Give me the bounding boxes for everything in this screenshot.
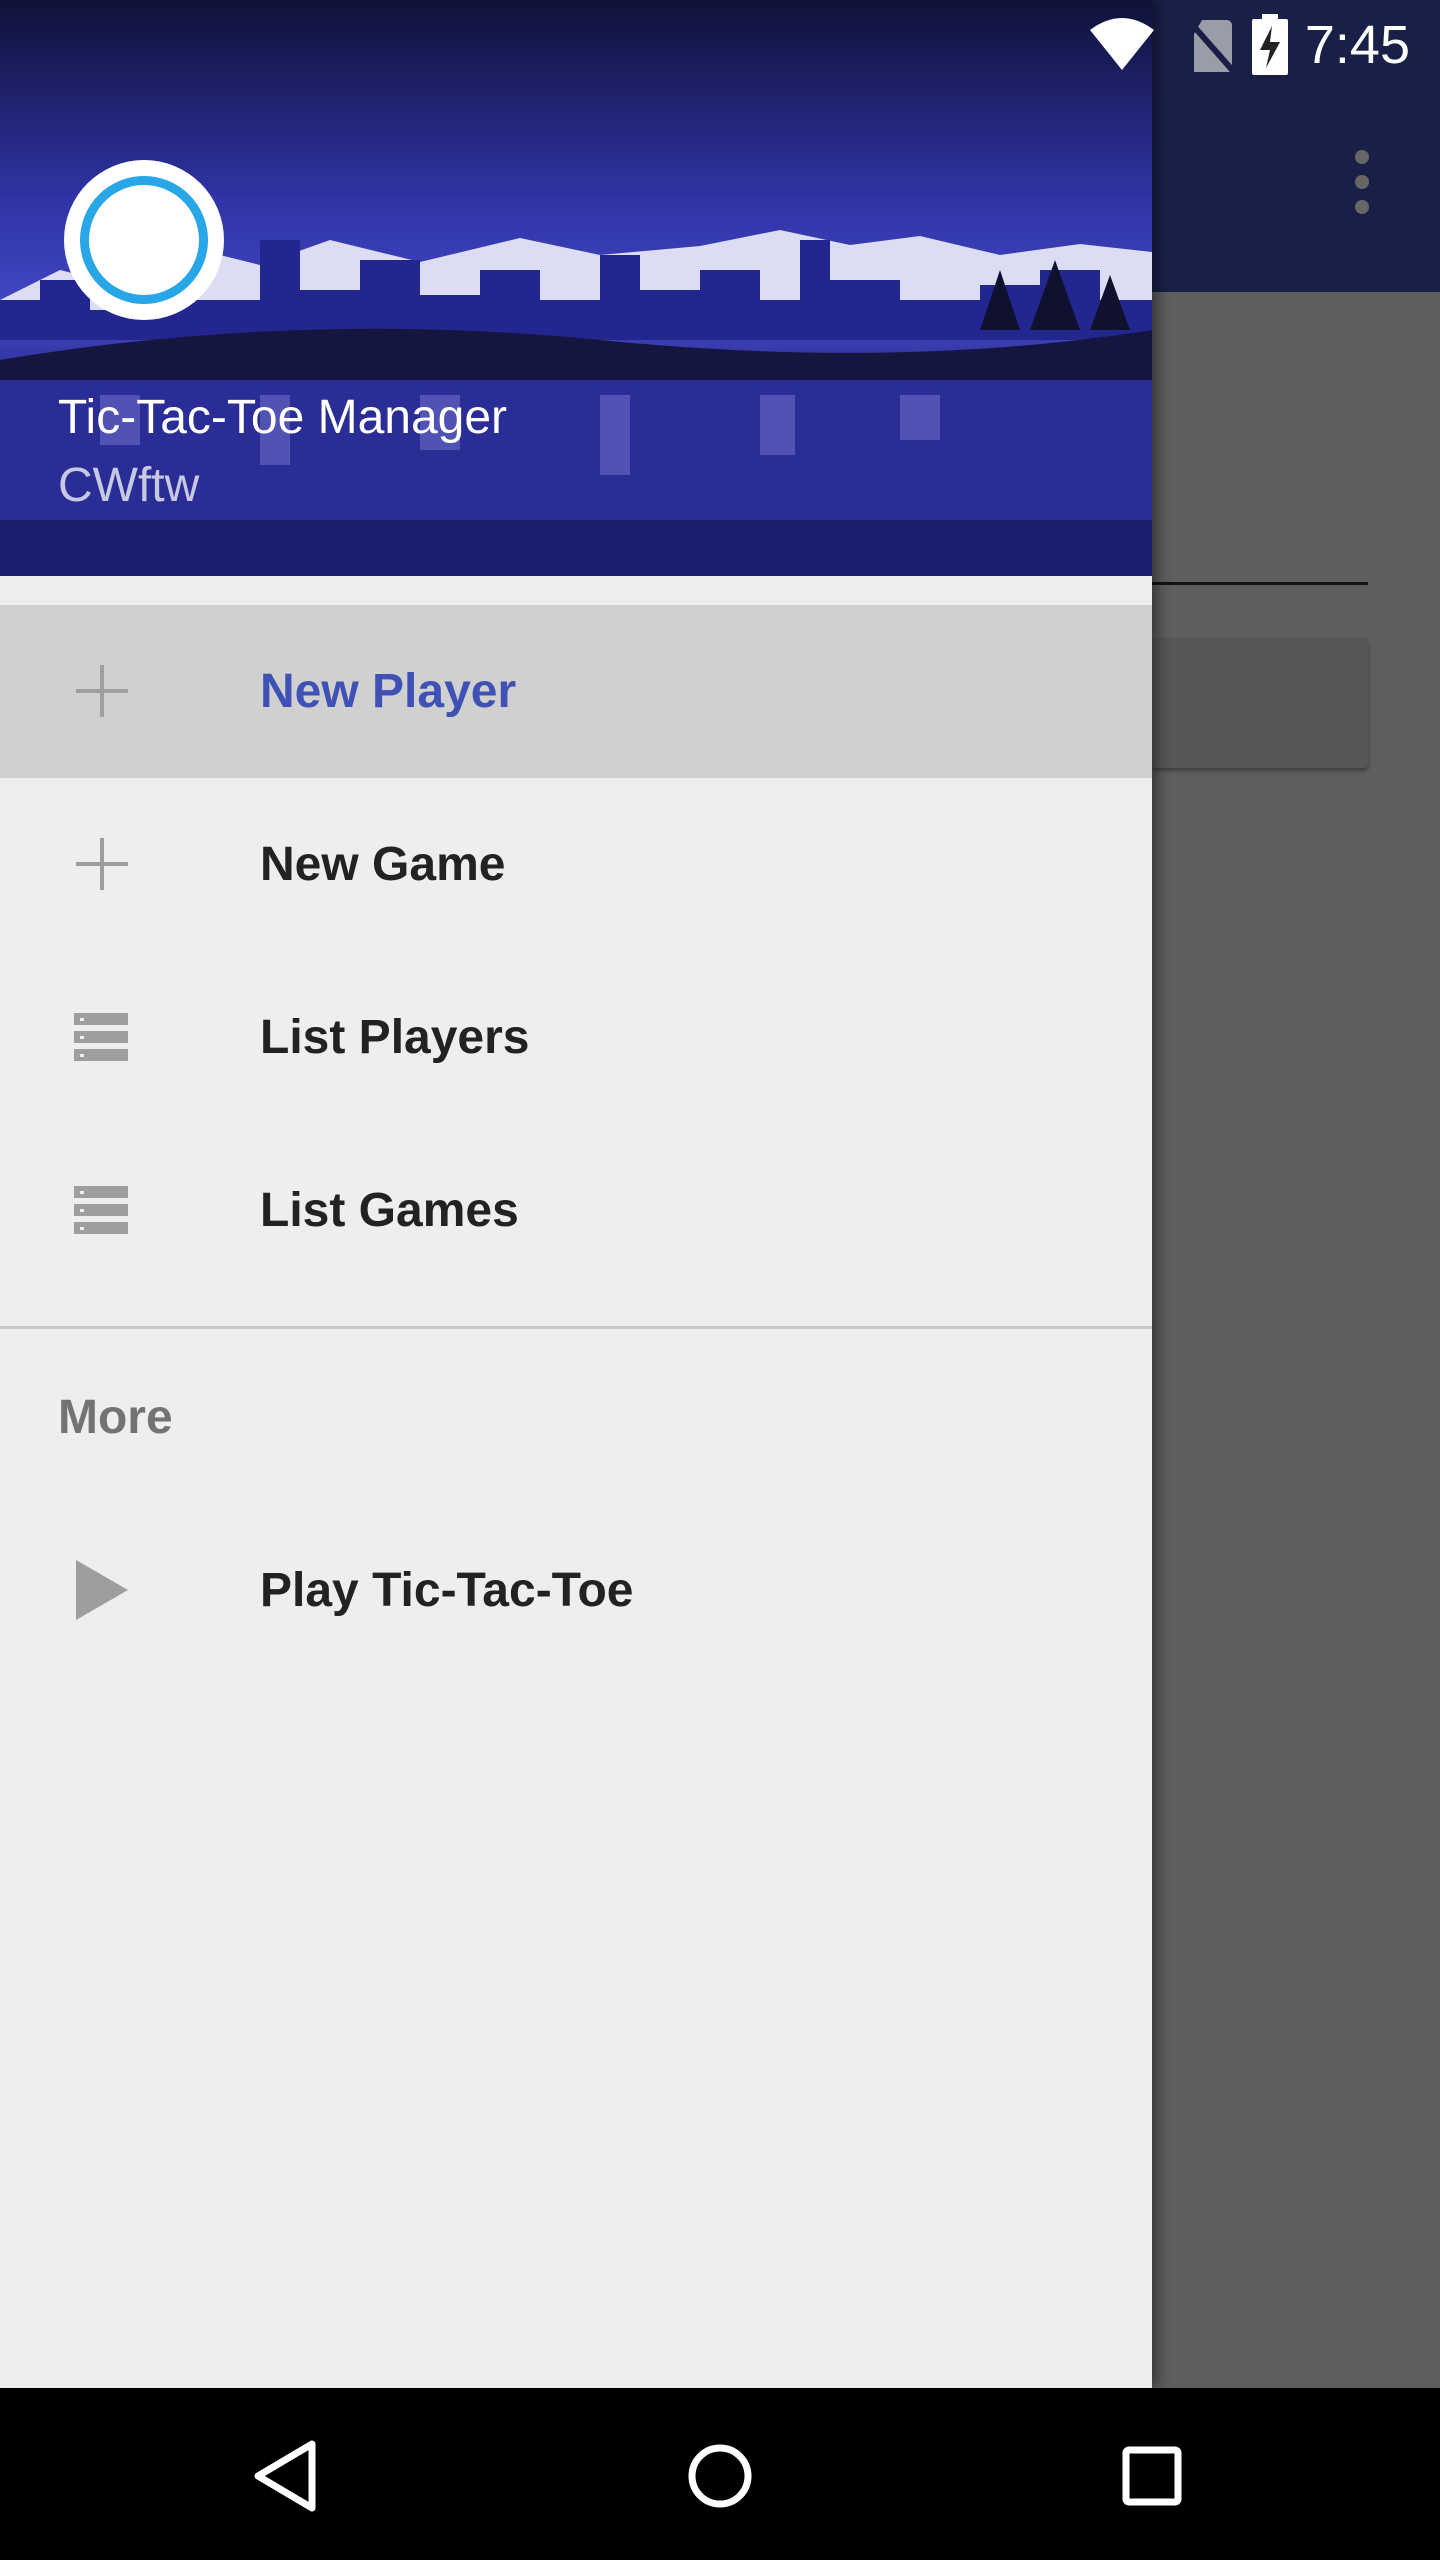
drawer-section-title: More bbox=[58, 1391, 173, 1444]
avatar[interactable] bbox=[64, 160, 224, 320]
nav-item-label: List Players bbox=[260, 1011, 530, 1064]
circle-avatar-icon bbox=[80, 176, 208, 304]
nav-item-new-player[interactable]: New Player bbox=[0, 605, 1152, 778]
recents-icon[interactable] bbox=[1104, 2428, 1200, 2524]
home-icon[interactable] bbox=[672, 2428, 768, 2524]
nav-item-label: List Games bbox=[260, 1184, 519, 1237]
wifi-icon bbox=[1090, 18, 1154, 70]
nav-item-list-games[interactable]: List Games bbox=[0, 1124, 1152, 1297]
system-navigation-bar bbox=[0, 2388, 1440, 2560]
battery-charging-icon bbox=[1252, 14, 1288, 75]
nav-item-play-tic-tac-toe[interactable]: Play Tic-Tac-Toe bbox=[0, 1504, 1152, 1677]
nav-item-label: New Player bbox=[260, 665, 517, 718]
nav-item-label: Play Tic-Tac-Toe bbox=[260, 1564, 634, 1617]
drawer-header-subtitle: CWftw bbox=[58, 459, 200, 512]
play-icon bbox=[76, 1560, 128, 1620]
drawer-divider bbox=[0, 1326, 1152, 1329]
plus-icon bbox=[76, 665, 128, 717]
plus-icon bbox=[76, 838, 128, 890]
nav-item-list-players[interactable]: List Players bbox=[0, 951, 1152, 1124]
navigation-drawer: Tic-Tac-Toe Manager CWftw New Player New… bbox=[0, 0, 1152, 2388]
no-sim-icon bbox=[1188, 20, 1236, 74]
status-time: 7:45 bbox=[1304, 15, 1410, 75]
status-bar: 7:45 bbox=[0, 0, 1440, 90]
list-icon bbox=[74, 1186, 128, 1234]
drawer-header-title: Tic-Tac-Toe Manager bbox=[58, 391, 508, 444]
back-icon[interactable] bbox=[240, 2428, 336, 2524]
nav-item-new-game[interactable]: New Game bbox=[0, 778, 1152, 951]
list-icon bbox=[74, 1013, 128, 1061]
nav-item-label: New Game bbox=[260, 838, 506, 891]
